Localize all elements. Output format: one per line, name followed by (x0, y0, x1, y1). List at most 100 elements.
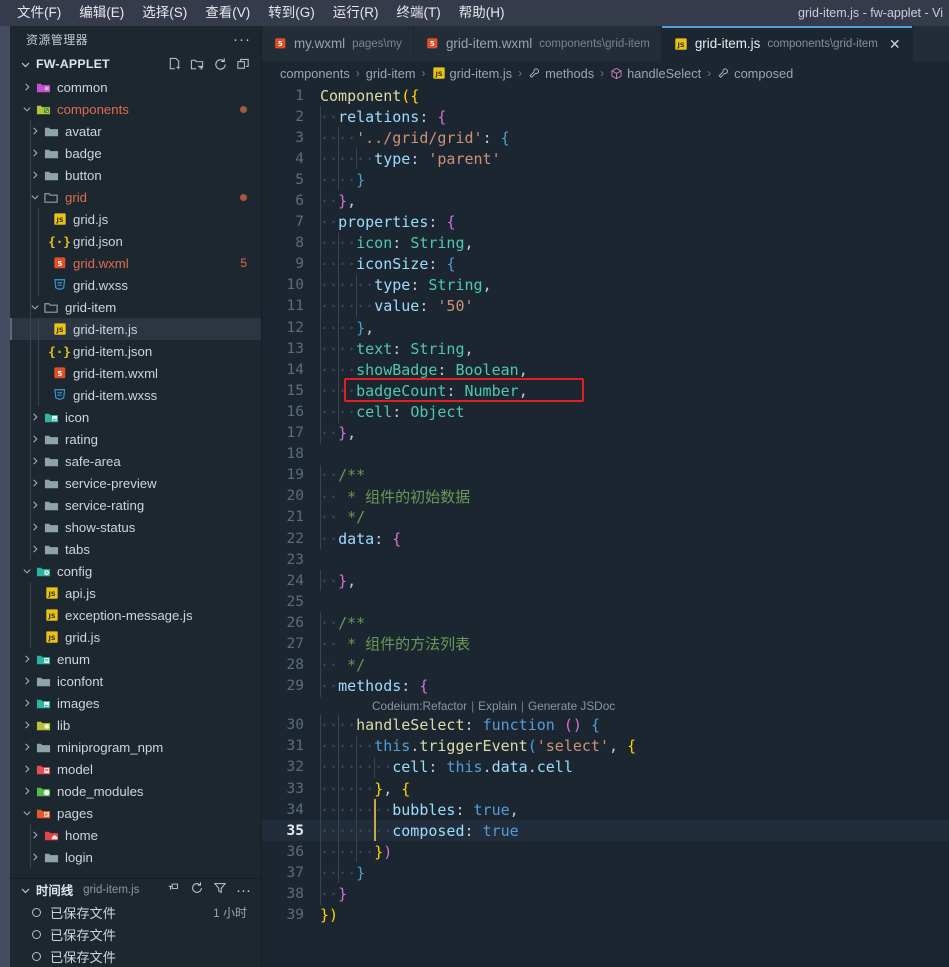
code-line-34[interactable]: 34 ········bubbles: true, (262, 799, 949, 821)
tree-folder-login[interactable]: login (10, 846, 261, 868)
chevron-right-icon[interactable] (28, 456, 42, 466)
tree-file-grid.js[interactable]: JS grid.js (10, 208, 261, 230)
chevron-right-icon[interactable] (20, 720, 34, 730)
refresh-icon[interactable] (213, 57, 228, 72)
chevron-right-icon[interactable] (28, 544, 42, 554)
tree-folder-model[interactable]: model (10, 758, 261, 780)
collapse-all-icon[interactable] (236, 57, 251, 72)
tree-file-grid.js[interactable]: JS grid.js (10, 626, 261, 648)
tree-folder-service-preview[interactable]: service-preview (10, 472, 261, 494)
chevron-right-icon[interactable] (20, 742, 34, 752)
code-line-36[interactable]: 36 ······}) (262, 841, 949, 863)
chevron-right-icon[interactable] (20, 654, 34, 664)
tree-folder-rating[interactable]: rating (10, 428, 261, 450)
chevron-right-icon[interactable] (28, 830, 42, 840)
code-line-12[interactable]: 12 ····}, (262, 317, 949, 339)
codeium-codelens[interactable]: Codeium: Refactor | Explain | Generate JSDoc (262, 697, 949, 715)
code-line-13[interactable]: 13 ····text: String, (262, 338, 949, 360)
tree-folder-avatar[interactable]: avatar (10, 120, 261, 142)
code-line-15[interactable]: 15 ····badgeCount: Number, (262, 380, 949, 402)
tree-folder-config[interactable]: config (10, 560, 261, 582)
breadcrumb-item-handleSelect[interactable]: handleSelect (610, 66, 701, 81)
pin-icon[interactable] (167, 881, 181, 900)
code-line-14[interactable]: 14 ····showBadge: Boolean, (262, 359, 949, 381)
chevron-right-icon[interactable] (20, 786, 34, 796)
code-line-5[interactable]: 5 ····} (262, 169, 949, 191)
tree-folder-safe-area[interactable]: safe-area (10, 450, 261, 472)
code-line-9[interactable]: 9 ····iconSize: { (262, 253, 949, 275)
breadcrumb-item-composed[interactable]: composed (717, 66, 793, 81)
tree-folder-tabs[interactable]: tabs (10, 538, 261, 560)
code-line-25[interactable]: 25 (262, 591, 949, 612)
menu-item-1[interactable]: 编辑(E) (70, 3, 133, 23)
menu-item-6[interactable]: 终端(T) (388, 3, 450, 23)
code-line-31[interactable]: 31 ······this.triggerEvent('select', { (262, 735, 949, 757)
tree-folder-home[interactable]: home (10, 824, 261, 846)
code-line-8[interactable]: 8 ····icon: String, (262, 232, 949, 254)
chevron-right-icon[interactable] (28, 148, 42, 158)
chevron-right-icon[interactable] (28, 412, 42, 422)
timeline-header[interactable]: 时间线 grid-item.js ··· (10, 879, 261, 901)
code-line-18[interactable]: 18 (262, 444, 949, 465)
tree-folder-icon[interactable]: icon (10, 406, 261, 428)
code-line-19[interactable]: 19 ··/** (262, 464, 949, 486)
tree-folder-lib[interactable]: lib (10, 714, 261, 736)
close-icon[interactable]: ✕ (889, 37, 901, 51)
workspace-root-row[interactable]: FW-APPLET (10, 53, 261, 75)
code-line-16[interactable]: 16 ····cell: Object (262, 401, 949, 423)
menu-item-7[interactable]: 帮助(H) (450, 3, 514, 23)
timeline-entry[interactable]: 已保存文件 1 小时 (10, 901, 261, 923)
tree-folder-pages[interactable]: pages (10, 802, 261, 824)
timeline-entry[interactable]: 已保存文件 (10, 945, 261, 967)
chevron-down-icon[interactable] (20, 566, 34, 576)
editor-tab-my.wxml[interactable]: 5 my.wxml pages\my (262, 26, 414, 61)
tree-file-grid.wxss[interactable]: grid.wxss (10, 274, 261, 296)
code-line-38[interactable]: 38 ··} (262, 883, 949, 905)
code-line-29[interactable]: 29 ··methods: { (262, 675, 949, 697)
chevron-right-icon[interactable] (20, 676, 34, 686)
editor-tab-grid-item.wxml[interactable]: 5 grid-item.wxml components\grid-item (413, 26, 662, 61)
tree-folder-common[interactable]: common (10, 76, 261, 98)
code-line-33[interactable]: 33 ······}, { (262, 778, 949, 800)
chevron-right-icon[interactable] (20, 764, 34, 774)
code-line-35[interactable]: 35 ········composed: true (262, 820, 949, 842)
code-line-27[interactable]: 27 ·· * 组件的方法列表 (262, 633, 949, 655)
timeline-entry[interactable]: 已保存文件 (10, 923, 261, 945)
menu-item-2[interactable]: 选择(S) (133, 3, 196, 23)
breadcrumb-item-grid-item.js[interactable]: JS grid-item.js (432, 66, 512, 81)
filter-icon[interactable] (213, 881, 227, 900)
code-line-17[interactable]: 17 ··}, (262, 422, 949, 444)
chevron-right-icon[interactable] (28, 500, 42, 510)
editor-tab-grid-item.js[interactable]: JS grid-item.js components\grid-item ✕ (661, 26, 913, 61)
tree-folder-grid[interactable]: grid (10, 186, 261, 208)
chevron-right-icon[interactable] (28, 478, 42, 488)
breadcrumb-item-methods[interactable]: methods (528, 66, 594, 81)
code-line-24[interactable]: 24 ··}, (262, 570, 949, 592)
code-line-11[interactable]: 11 ······value: '50' (262, 295, 949, 318)
code-line-20[interactable]: 20 ·· * 组件的初始数据 (262, 485, 949, 507)
timeline-list[interactable]: 已保存文件 1 小时 已保存文件 已保存文件 (10, 901, 261, 967)
code-line-23[interactable]: 23 (262, 549, 949, 570)
code-line-7[interactable]: 7 ··properties: { (262, 211, 949, 233)
breadcrumb[interactable]: components › grid-item › JS grid-item.js › meth… (262, 61, 949, 85)
tree-folder-miniprogram_npm[interactable]: miniprogram_npm (10, 736, 261, 758)
code-line-39[interactable]: 39}) (262, 905, 949, 926)
tree-file-grid-item.wxml[interactable]: 5 grid-item.wxml (10, 362, 261, 384)
chevron-right-icon[interactable] (28, 170, 42, 180)
code-line-26[interactable]: 26 ··/** (262, 612, 949, 634)
chevron-down-icon[interactable] (28, 192, 42, 202)
explorer-more-icon[interactable]: ··· (233, 32, 251, 47)
tree-folder-grid-item[interactable]: grid-item (10, 296, 261, 318)
tree-file-exception-message.js[interactable]: JS exception-message.js (10, 604, 261, 626)
tree-folder-iconfont[interactable]: iconfont (10, 670, 261, 692)
tree-folder-show-status[interactable]: show-status (10, 516, 261, 538)
tree-folder-button[interactable]: button (10, 164, 261, 186)
tree-file-grid-item.wxss[interactable]: grid-item.wxss (10, 384, 261, 406)
codelens-action-explain[interactable]: Explain (478, 699, 517, 713)
menu-item-5[interactable]: 运行(R) (324, 3, 388, 23)
chevron-right-icon[interactable] (28, 852, 42, 862)
breadcrumb-item-components[interactable]: components (280, 66, 350, 81)
menu-item-0[interactable]: 文件(F) (8, 3, 70, 23)
more-icon[interactable]: ··· (236, 882, 251, 899)
tree-file-grid.wxml[interactable]: 5 grid.wxml 5 (10, 252, 261, 274)
